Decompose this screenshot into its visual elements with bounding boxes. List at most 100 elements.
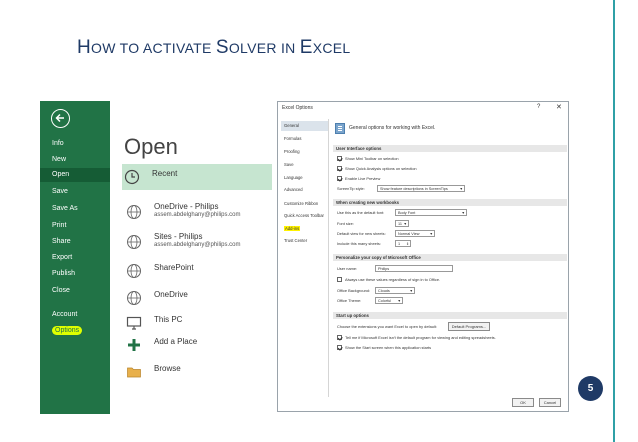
location-sites-philips-label: Sites - Philips [154, 232, 203, 241]
nav-close[interactable]: Close [40, 284, 110, 298]
category-add-ins-label: Add-ins [284, 226, 301, 231]
default-view-label: Default view for new sheets: [337, 231, 386, 236]
option-tell-me-label: Tell me if Microsoft Excel isn't the def… [345, 335, 496, 340]
user-name-input[interactable]: Philips [375, 265, 453, 272]
location-onedrive[interactable]: OneDrive [124, 285, 270, 311]
location-browse[interactable]: Browse [124, 359, 270, 385]
location-recent-label: Recent [152, 169, 178, 178]
general-header: General options for working with Excel. [335, 122, 565, 137]
nav-publish[interactable]: Publish [40, 267, 110, 281]
nav-info[interactable]: Info [40, 137, 110, 151]
chevron-down-icon: ▼ [429, 232, 433, 236]
default-programs-button[interactable]: Default Programs... [448, 322, 490, 331]
title-part-3: XCEL [312, 40, 351, 56]
location-add-place[interactable]: Add a Place [124, 332, 270, 358]
office-background-label: Office Background: [337, 288, 371, 293]
nav-save[interactable]: Save [40, 185, 110, 199]
nav-share[interactable]: Share [40, 235, 110, 249]
location-browse-label: Browse [154, 364, 181, 373]
dialog-title: Excel Options [282, 105, 313, 111]
checkbox-checked-icon[interactable] [337, 175, 342, 181]
category-trust-center[interactable]: Trust Center [281, 236, 328, 246]
default-view-value: Normal View [398, 232, 420, 236]
screentip-label: ScreenTip style: [337, 186, 365, 191]
option-show-start[interactable]: Show the Start screen when this applicat… [337, 343, 431, 352]
default-view-select[interactable]: Normal View ▼ [395, 230, 435, 237]
category-proofing[interactable]: Proofing [281, 147, 328, 157]
page-number-badge: 5 [578, 376, 603, 401]
font-size-select[interactable]: 11 ▼ [395, 220, 409, 227]
user-name-value: Philips [378, 267, 390, 271]
nav-new[interactable]: New [40, 153, 110, 167]
ok-button[interactable]: OK [512, 398, 534, 407]
chevron-down-icon: ▼ [403, 222, 407, 226]
office-theme-select[interactable]: Colorful ▼ [375, 297, 403, 304]
sheets-count-value: 1 [398, 242, 401, 246]
title-cap-3: E [299, 37, 313, 58]
excel-backstage: Info New Open Save Save As Print Share E… [40, 101, 274, 414]
section-personalize: Personalize your copy of Microsoft Offic… [333, 254, 567, 261]
default-font-label: Use this as the default font: [337, 210, 385, 215]
checkbox-checked-icon[interactable] [337, 165, 342, 171]
title-part-1: OW TO ACTIVATE [91, 40, 216, 56]
sheets-count-stepper[interactable]: 1 ⇕ [395, 240, 411, 247]
default-font-select[interactable]: Body Font ▼ [395, 209, 467, 216]
option-live-preview[interactable]: Enable Live Preview [337, 174, 380, 183]
font-size-label: Font size: [337, 221, 354, 226]
computer-icon [126, 316, 142, 330]
open-heading: Open [124, 134, 178, 159]
category-advanced[interactable]: Advanced [281, 185, 328, 195]
checkbox-checked-icon[interactable] [337, 155, 342, 161]
nav-print[interactable]: Print [40, 219, 110, 233]
checkbox-checked-icon[interactable] [337, 344, 342, 350]
office-theme-label: Office Theme: [337, 298, 362, 303]
nav-save-as[interactable]: Save As [40, 202, 110, 216]
location-recent[interactable]: Recent [122, 164, 272, 190]
category-language[interactable]: Language [281, 173, 328, 183]
location-sharepoint[interactable]: SharePoint [124, 258, 270, 284]
title-part-2: OLVER IN [228, 40, 300, 56]
location-onedrive-philips-email: assem.abdelghany@philips.com [154, 212, 241, 218]
checkbox-checked-icon[interactable] [337, 334, 342, 340]
location-sites-philips[interactable]: Sites - Philips assem.abdelghany@philips… [124, 229, 270, 255]
cancel-button[interactable]: Cancel [539, 398, 561, 407]
checkbox-unchecked-icon[interactable] [337, 276, 342, 282]
screentip-select[interactable]: Show feature descriptions in ScreenTips ▼ [377, 185, 465, 192]
option-tell-me[interactable]: Tell me if Microsoft Excel isn't the def… [337, 333, 496, 342]
nav-options[interactable]: Options [40, 324, 110, 338]
category-quick-access-toolbar[interactable]: Quick Access Toolbar [281, 211, 328, 221]
excel-options-dialog: Excel Options ? ✕ General Formulas Proof… [277, 101, 569, 412]
category-formulas[interactable]: Formulas [281, 134, 328, 144]
nav-export[interactable]: Export [40, 251, 110, 265]
help-button[interactable]: ? [537, 104, 540, 110]
extensions-label: Choose the extensions you want Excel to … [337, 324, 437, 329]
close-icon[interactable]: ✕ [556, 103, 562, 111]
office-background-select[interactable]: Clouds ▼ [375, 287, 415, 294]
title-cap-1: H [77, 37, 92, 58]
option-mini-toolbar[interactable]: Show Mini Toolbar on selection [337, 154, 399, 163]
font-size-value: 11 [398, 222, 402, 226]
spinner-icon: ⇕ [406, 242, 409, 246]
option-always-use[interactable]: Always use these values regardless of si… [337, 275, 440, 284]
backstage-open-pane: Open Recent OneDrive - Philips assem.abd… [110, 101, 274, 414]
category-general[interactable]: General [281, 121, 328, 131]
nav-account[interactable]: Account [40, 308, 110, 322]
options-icon [335, 123, 345, 134]
category-save[interactable]: Save [281, 160, 328, 170]
location-onedrive-philips[interactable]: OneDrive - Philips assem.abdelghany@phil… [124, 199, 270, 225]
section-user-interface: User Interface options [333, 145, 567, 152]
location-onedrive-philips-label: OneDrive - Philips [154, 202, 219, 211]
default-font-value: Body Font [398, 211, 416, 215]
chevron-down-icon: ▼ [459, 187, 463, 191]
option-quick-analysis[interactable]: Show Quick Analysis options on selection [337, 164, 417, 173]
category-customize-ribbon[interactable]: Customize Ribbon [281, 199, 328, 209]
slide-right-rule [613, 0, 615, 442]
nav-open[interactable]: Open [40, 168, 110, 182]
chevron-down-icon: ▼ [397, 299, 401, 303]
backstage-nav: Info New Open Save Save As Print Share E… [40, 101, 110, 414]
back-arrow-icon[interactable] [51, 109, 70, 128]
option-live-preview-label: Enable Live Preview [345, 176, 381, 181]
slide-title: HOW TO ACTIVATE SOLVER IN EXCEL [77, 37, 351, 59]
globe-icon [127, 235, 141, 249]
category-add-ins[interactable]: Add-ins [281, 224, 328, 234]
